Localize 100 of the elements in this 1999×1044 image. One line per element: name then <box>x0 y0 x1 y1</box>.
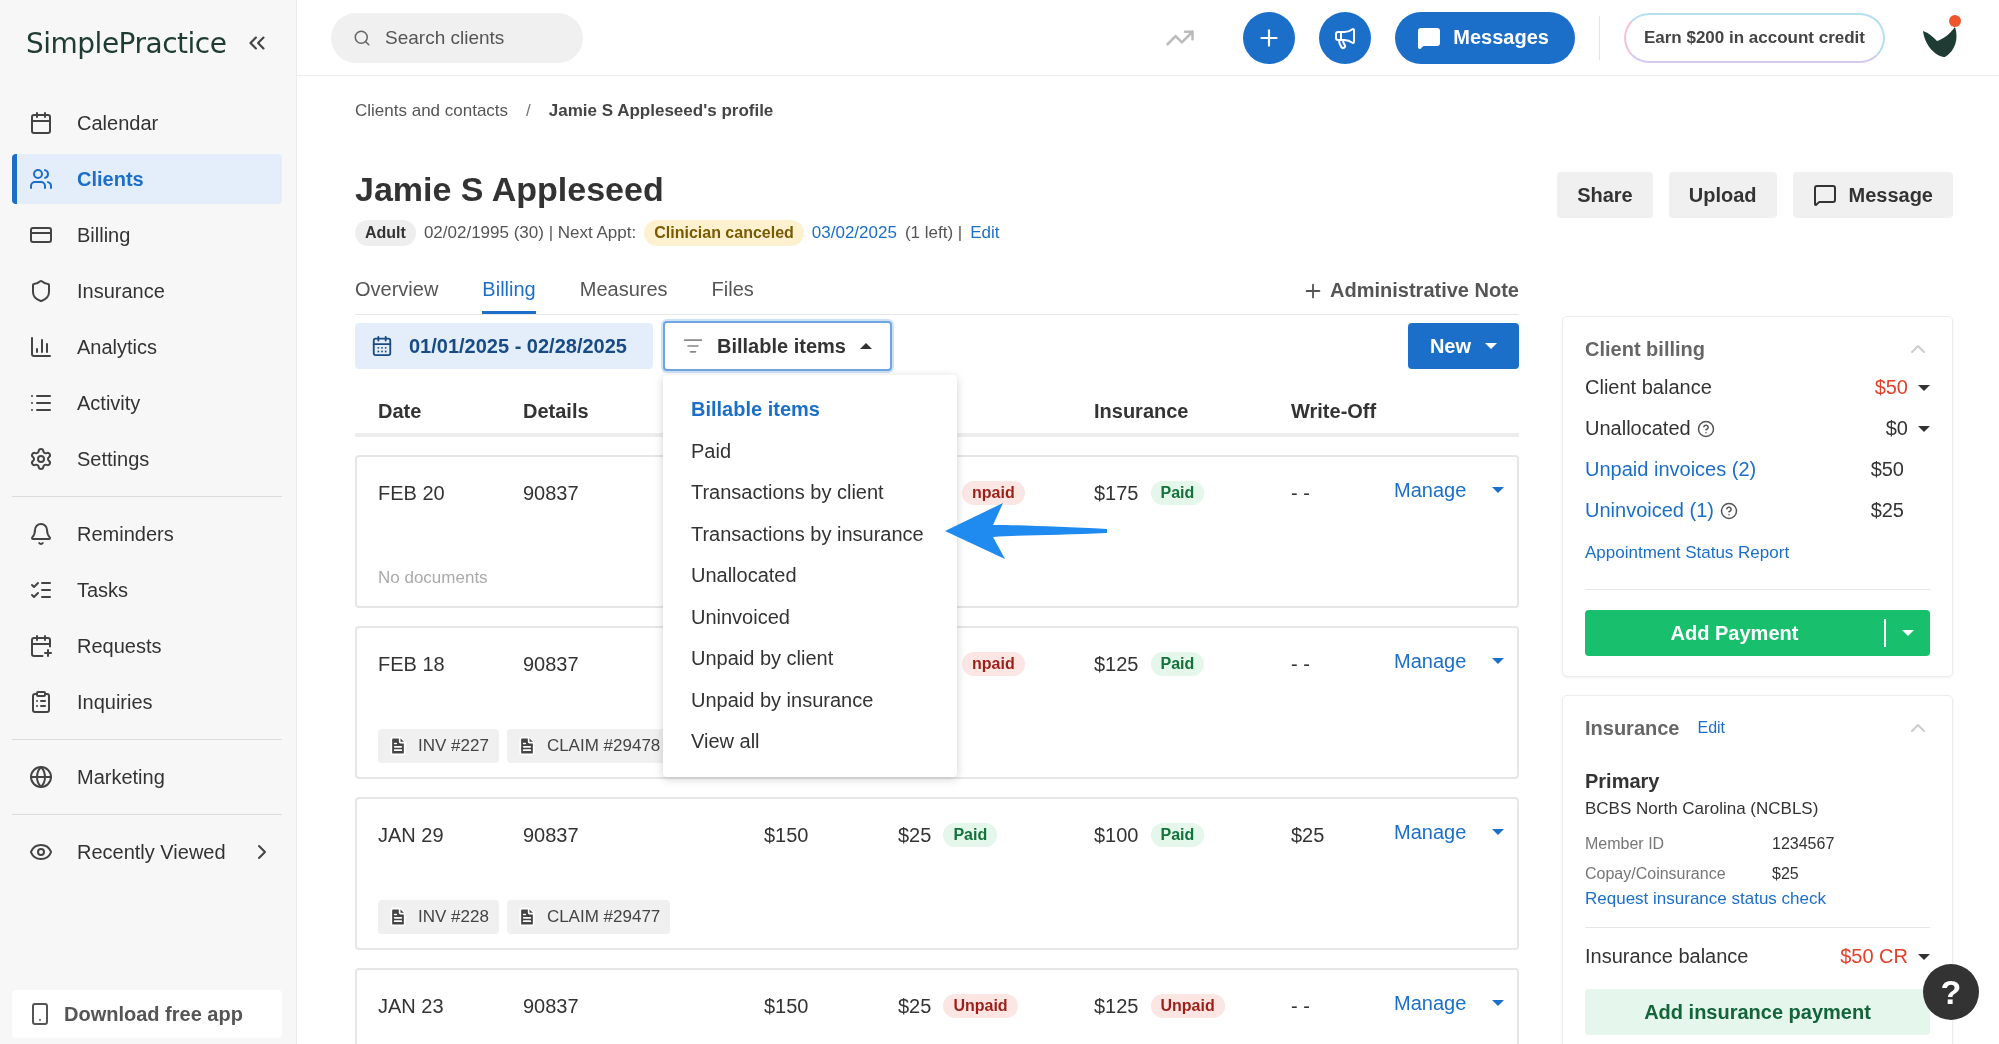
billing-link[interactable]: Unpaid invoices (2) <box>1585 458 1757 481</box>
nav-item[interactable]: Billing <box>12 210 282 260</box>
menu-item[interactable]: Transactions by insurance <box>662 513 957 555</box>
billing-label: Insurance balance <box>1585 945 1749 968</box>
nav-item[interactable]: Insurance <box>12 266 282 316</box>
menu-item[interactable]: Unpaid by client <box>662 638 957 680</box>
client-amount: $25 <box>898 994 932 1018</box>
tab[interactable]: Billing <box>482 278 536 314</box>
menu-item[interactable]: Billable items <box>662 389 957 431</box>
edit-link[interactable]: Edit <box>1697 719 1726 737</box>
report-link[interactable]: Appointment Status Report <box>1585 543 1930 590</box>
detail-label: Copay/Coinsurance <box>1585 865 1727 883</box>
messages-button[interactable]: Messages <box>1395 11 1575 64</box>
chat-icon <box>1812 183 1837 207</box>
billing-label: Client balance <box>1585 376 1712 399</box>
manage-link[interactable]: Manage <box>1394 820 1505 844</box>
tab[interactable]: Measures <box>579 278 668 314</box>
breadcrumb-link[interactable]: Jamie S Appleseed's profile <box>548 101 774 121</box>
details-cell: 90837 <box>523 994 579 1018</box>
menu-item[interactable]: Paid <box>662 430 957 472</box>
write-off-cell: - - <box>1291 652 1310 676</box>
appointment-note: (1 left) | <box>904 223 963 243</box>
payment-status: Paid <box>1150 652 1205 676</box>
date-range-button[interactable]: 01/01/2025 - 02/28/2025 <box>355 323 653 369</box>
caret-icon <box>1492 487 1505 493</box>
nav-item[interactable]: Calendar <box>12 98 282 148</box>
administrative-note-button[interactable]: Administrative Note <box>1302 279 1519 314</box>
client-name: Jamie S Appleseed <box>355 169 665 210</box>
detail-label: Member ID <box>1585 835 1666 853</box>
edit-link[interactable]: Edit <box>970 223 1000 243</box>
nav-item[interactable]: Recently Viewed <box>12 827 282 877</box>
people-icon <box>29 167 53 191</box>
document-icon <box>388 736 408 756</box>
no-documents-text: No documents <box>378 568 488 589</box>
breadcrumb-link[interactable]: Clients and contacts <box>355 101 509 121</box>
help-icon[interactable] <box>1719 501 1738 520</box>
appointment-status: Clinician canceled <box>644 220 804 246</box>
document-chip[interactable]: CLAIM #29477 <box>506 900 671 934</box>
nav-item[interactable]: Tasks <box>12 565 282 615</box>
new-button[interactable]: New <box>1407 323 1519 369</box>
search-field[interactable]: Search clients <box>331 12 583 63</box>
calendar-icon <box>29 111 53 135</box>
nav-item[interactable]: Activity <box>12 378 282 428</box>
filter-icon <box>682 336 703 356</box>
nav-item[interactable]: Clients <box>12 154 282 204</box>
menu-item[interactable]: Unallocated <box>662 555 957 597</box>
calendar-plus-icon <box>29 634 53 658</box>
caret-icon[interactable] <box>1918 384 1930 391</box>
action-button[interactable]: Message <box>1792 172 1953 218</box>
filter-dropdown[interactable]: Billable items <box>662 321 892 371</box>
details-cell: 90837 <box>523 652 579 676</box>
add-insurance-payment-button[interactable]: Add insurance payment <box>1585 989 1930 1035</box>
manage-link[interactable]: Manage <box>1394 478 1505 502</box>
action-button[interactable]: Upload <box>1668 172 1777 218</box>
menu-item[interactable]: Unpaid by insurance <box>662 679 957 721</box>
settings-icon <box>29 447 53 471</box>
payment-status: npaid <box>962 481 1025 505</box>
client-meta: 02/02/1995 (30) | Next Appt: <box>423 223 637 243</box>
caret-icon[interactable] <box>1918 425 1930 432</box>
document-icon <box>388 907 408 927</box>
tab[interactable]: Overview <box>355 278 439 314</box>
payment-status: Unpaid <box>1150 994 1225 1018</box>
billing-value: $50 <box>1870 458 1904 481</box>
document-chip[interactable]: INV #228 <box>378 900 499 934</box>
manage-link[interactable]: Manage <box>1394 991 1505 1015</box>
column-header: Write-Off <box>1291 400 1377 423</box>
nav-item[interactable]: Settings <box>12 434 282 484</box>
menu-item[interactable]: Uninvoiced <box>662 596 957 638</box>
nav-item[interactable]: Marketing <box>12 752 282 802</box>
help-icon[interactable] <box>1696 419 1715 438</box>
nav-item[interactable]: Analytics <box>12 322 282 372</box>
document-chip[interactable]: INV #227 <box>378 729 499 763</box>
date-cell: FEB 20 <box>378 481 445 505</box>
detail-value: 1234567 <box>1772 835 1836 853</box>
tab[interactable]: Files <box>711 278 754 314</box>
appointment-date-link[interactable]: 03/02/2025 <box>811 223 897 243</box>
menu-item[interactable]: Transactions by client <box>662 472 957 514</box>
caret-icon[interactable] <box>1918 953 1930 960</box>
nav-item[interactable]: Reminders <box>12 509 282 559</box>
fee-cell: $150 <box>764 994 809 1018</box>
nav-label: Recently Viewed <box>77 840 226 864</box>
download-app-link[interactable]: Download free app <box>12 990 282 1038</box>
action-button[interactable]: Share <box>1557 172 1653 218</box>
payment-status: Paid <box>1150 823 1205 847</box>
date-cell: JAN 29 <box>378 823 444 847</box>
status-check-link[interactable]: Request insurance status check <box>1585 889 1930 928</box>
billing-link[interactable]: Uninvoiced (1) <box>1585 499 1714 522</box>
credit-button[interactable]: Earn $200 in account credit <box>1623 12 1885 63</box>
nav-item[interactable]: Inquiries <box>12 677 282 727</box>
nav-item[interactable]: Requests <box>12 621 282 671</box>
help-button[interactable]: ? <box>1923 964 1979 1020</box>
clipboard-icon <box>29 690 53 714</box>
billing-value: $50 CR <box>1840 945 1908 968</box>
bell-icon <box>29 522 53 546</box>
caret-icon <box>1492 829 1505 835</box>
client-tag: Adult <box>355 220 416 246</box>
manage-link[interactable]: Manage <box>1394 649 1505 673</box>
insurance-amount: $125 <box>1094 652 1139 676</box>
payment-status: Paid <box>943 823 998 847</box>
billing-value: $50 <box>1874 376 1908 399</box>
